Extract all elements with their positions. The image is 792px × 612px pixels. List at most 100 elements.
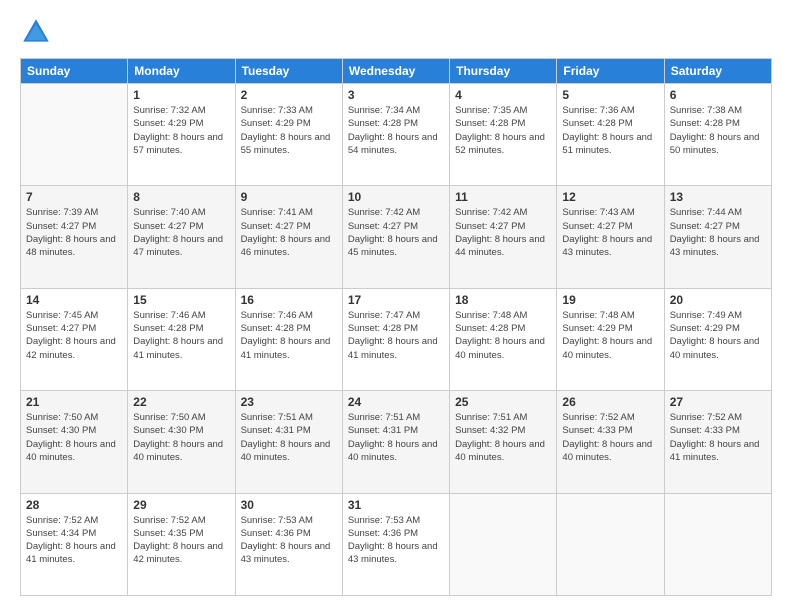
day-number: 26: [562, 395, 658, 409]
day-info: Sunrise: 7:36 AMSunset: 4:28 PMDaylight:…: [562, 104, 658, 157]
calendar-day-cell: 2 Sunrise: 7:33 AMSunset: 4:29 PMDaylight…: [235, 84, 342, 186]
day-info: Sunrise: 7:49 AMSunset: 4:29 PMDaylight:…: [670, 309, 766, 362]
day-number: 13: [670, 190, 766, 204]
day-info: Sunrise: 7:53 AMSunset: 4:36 PMDaylight:…: [241, 514, 337, 567]
day-number: 23: [241, 395, 337, 409]
day-info: Sunrise: 7:42 AMSunset: 4:27 PMDaylight:…: [455, 206, 551, 259]
day-info: Sunrise: 7:52 AMSunset: 4:33 PMDaylight:…: [562, 411, 658, 464]
day-info: Sunrise: 7:46 AMSunset: 4:28 PMDaylight:…: [241, 309, 337, 362]
calendar-day-cell: 30Sunrise: 7:53 AMSunset: 4:36 PMDayligh…: [235, 493, 342, 595]
calendar-day-cell: 27 Sunrise: 7:52 AMSunset: 4:33 PMDayligh…: [664, 391, 771, 493]
calendar-day-cell: 13 Sunrise: 7:44 AMSunset: 4:27 PMDayligh…: [664, 186, 771, 288]
calendar-day-cell: 5 Sunrise: 7:36 AMSunset: 4:28 PMDaylight…: [557, 84, 664, 186]
calendar-day-cell: 7Sunrise: 7:39 AMSunset: 4:27 PMDaylight…: [21, 186, 128, 288]
day-number: 14: [26, 293, 122, 307]
calendar-day-cell: 20 Sunrise: 7:49 AMSunset: 4:29 PMDayligh…: [664, 288, 771, 390]
page: SundayMondayTuesdayWednesdayThursdayFrid…: [0, 0, 792, 612]
day-info: Sunrise: 7:46 AMSunset: 4:28 PMDaylight:…: [133, 309, 229, 362]
calendar-day-cell: [557, 493, 664, 595]
day-number: 7: [26, 190, 122, 204]
day-info: Sunrise: 7:38 AMSunset: 4:28 PMDaylight:…: [670, 104, 766, 157]
day-of-week-header: Wednesday: [342, 59, 449, 84]
calendar-day-cell: 18Sunrise: 7:48 AMSunset: 4:28 PMDayligh…: [450, 288, 557, 390]
calendar-day-cell: 21 Sunrise: 7:50 AMSunset: 4:30 PMDayligh…: [21, 391, 128, 493]
day-of-week-header: Thursday: [450, 59, 557, 84]
day-info: Sunrise: 7:52 AMSunset: 4:33 PMDaylight:…: [670, 411, 766, 464]
calendar-week-row: 1 Sunrise: 7:32 AMSunset: 4:29 PMDaylight…: [21, 84, 772, 186]
calendar-day-cell: 26 Sunrise: 7:52 AMSunset: 4:33 PMDayligh…: [557, 391, 664, 493]
calendar-day-cell: [450, 493, 557, 595]
day-of-week-header: Friday: [557, 59, 664, 84]
day-number: 27: [670, 395, 766, 409]
day-of-week-header: Saturday: [664, 59, 771, 84]
day-info: Sunrise: 7:44 AMSunset: 4:27 PMDaylight:…: [670, 206, 766, 259]
day-info: Sunrise: 7:52 AMSunset: 4:34 PMDaylight:…: [26, 514, 122, 567]
day-number: 20: [670, 293, 766, 307]
day-info: Sunrise: 7:48 AMSunset: 4:29 PMDaylight:…: [562, 309, 658, 362]
day-number: 4: [455, 88, 551, 102]
day-number: 12: [562, 190, 658, 204]
day-info: Sunrise: 7:33 AMSunset: 4:29 PMDaylight:…: [241, 104, 337, 157]
calendar-day-cell: 28 Sunrise: 7:52 AMSunset: 4:34 PMDayligh…: [21, 493, 128, 595]
day-info: Sunrise: 7:41 AMSunset: 4:27 PMDaylight:…: [241, 206, 337, 259]
calendar-day-cell: 4 Sunrise: 7:35 AMSunset: 4:28 PMDaylight…: [450, 84, 557, 186]
calendar-week-row: 14 Sunrise: 7:45 AMSunset: 4:27 PMDayligh…: [21, 288, 772, 390]
calendar-day-cell: 29 Sunrise: 7:52 AMSunset: 4:35 PMDayligh…: [128, 493, 235, 595]
day-number: 16: [241, 293, 337, 307]
day-number: 19: [562, 293, 658, 307]
day-info: Sunrise: 7:51 AMSunset: 4:31 PMDaylight:…: [241, 411, 337, 464]
day-info: Sunrise: 7:51 AMSunset: 4:32 PMDaylight:…: [455, 411, 551, 464]
calendar-day-cell: 8Sunrise: 7:40 AMSunset: 4:27 PMDaylight…: [128, 186, 235, 288]
calendar-day-cell: 24 Sunrise: 7:51 AMSunset: 4:31 PMDayligh…: [342, 391, 449, 493]
calendar-day-cell: 23 Sunrise: 7:51 AMSunset: 4:31 PMDayligh…: [235, 391, 342, 493]
day-number: 21: [26, 395, 122, 409]
day-info: Sunrise: 7:50 AMSunset: 4:30 PMDaylight:…: [133, 411, 229, 464]
day-info: Sunrise: 7:35 AMSunset: 4:28 PMDaylight:…: [455, 104, 551, 157]
calendar-day-cell: 3 Sunrise: 7:34 AMSunset: 4:28 PMDaylight…: [342, 84, 449, 186]
calendar-day-cell: 17Sunrise: 7:47 AMSunset: 4:28 PMDayligh…: [342, 288, 449, 390]
day-info: Sunrise: 7:45 AMSunset: 4:27 PMDaylight:…: [26, 309, 122, 362]
calendar-day-cell: 15 Sunrise: 7:46 AMSunset: 4:28 PMDayligh…: [128, 288, 235, 390]
day-number: 25: [455, 395, 551, 409]
calendar: SundayMondayTuesdayWednesdayThursdayFrid…: [20, 58, 772, 596]
calendar-day-cell: 25 Sunrise: 7:51 AMSunset: 4:32 PMDayligh…: [450, 391, 557, 493]
calendar-day-cell: [21, 84, 128, 186]
day-number: 31: [348, 498, 444, 512]
day-of-week-header: Monday: [128, 59, 235, 84]
day-number: 24: [348, 395, 444, 409]
calendar-week-row: 7Sunrise: 7:39 AMSunset: 4:27 PMDaylight…: [21, 186, 772, 288]
day-number: 5: [562, 88, 658, 102]
day-info: Sunrise: 7:51 AMSunset: 4:31 PMDaylight:…: [348, 411, 444, 464]
calendar-day-cell: 12Sunrise: 7:43 AMSunset: 4:27 PMDayligh…: [557, 186, 664, 288]
day-info: Sunrise: 7:47 AMSunset: 4:28 PMDaylight:…: [348, 309, 444, 362]
calendar-day-cell: 14 Sunrise: 7:45 AMSunset: 4:27 PMDayligh…: [21, 288, 128, 390]
calendar-day-cell: 6Sunrise: 7:38 AMSunset: 4:28 PMDaylight…: [664, 84, 771, 186]
day-of-week-header: Sunday: [21, 59, 128, 84]
day-number: 15: [133, 293, 229, 307]
day-info: Sunrise: 7:53 AMSunset: 4:36 PMDaylight:…: [348, 514, 444, 567]
day-number: 22: [133, 395, 229, 409]
calendar-week-row: 21 Sunrise: 7:50 AMSunset: 4:30 PMDayligh…: [21, 391, 772, 493]
day-number: 10: [348, 190, 444, 204]
day-number: 9: [241, 190, 337, 204]
day-info: Sunrise: 7:32 AMSunset: 4:29 PMDaylight:…: [133, 104, 229, 157]
logo: [20, 16, 56, 48]
day-of-week-header: Tuesday: [235, 59, 342, 84]
day-number: 29: [133, 498, 229, 512]
day-number: 8: [133, 190, 229, 204]
calendar-day-cell: 19 Sunrise: 7:48 AMSunset: 4:29 PMDayligh…: [557, 288, 664, 390]
day-info: Sunrise: 7:52 AMSunset: 4:35 PMDaylight:…: [133, 514, 229, 567]
day-number: 3: [348, 88, 444, 102]
day-number: 28: [26, 498, 122, 512]
calendar-day-cell: [664, 493, 771, 595]
day-info: Sunrise: 7:50 AMSunset: 4:30 PMDaylight:…: [26, 411, 122, 464]
calendar-day-cell: 11Sunrise: 7:42 AMSunset: 4:27 PMDayligh…: [450, 186, 557, 288]
calendar-day-cell: 10 Sunrise: 7:42 AMSunset: 4:27 PMDayligh…: [342, 186, 449, 288]
day-info: Sunrise: 7:34 AMSunset: 4:28 PMDaylight:…: [348, 104, 444, 157]
day-number: 1: [133, 88, 229, 102]
day-info: Sunrise: 7:42 AMSunset: 4:27 PMDaylight:…: [348, 206, 444, 259]
calendar-day-cell: 9 Sunrise: 7:41 AMSunset: 4:27 PMDaylight…: [235, 186, 342, 288]
calendar-day-cell: 1 Sunrise: 7:32 AMSunset: 4:29 PMDaylight…: [128, 84, 235, 186]
day-number: 2: [241, 88, 337, 102]
day-number: 18: [455, 293, 551, 307]
